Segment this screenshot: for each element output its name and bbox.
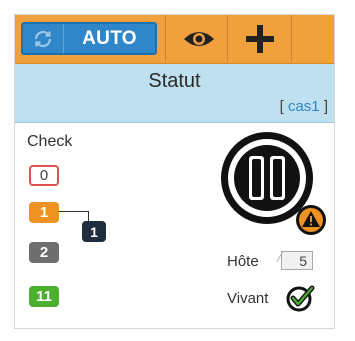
ok-count-badge[interactable]: 11: [29, 286, 59, 307]
acknowledged-count-badge[interactable]: 1: [82, 221, 106, 242]
check-icon: [286, 285, 315, 312]
add-button[interactable]: [238, 20, 282, 58]
toolbar-divider: [291, 15, 292, 62]
instance-name[interactable]: cas1: [288, 98, 320, 115]
alive-label: Vivant: [227, 290, 269, 307]
check-label: Check: [27, 133, 73, 150]
status-widget: AUTO Statut [ cas1 ] Check 0 1 1 2 11 Hô…: [14, 14, 335, 329]
eye-icon: [184, 32, 214, 46]
toolbar: AUTO: [15, 15, 334, 64]
instance-link[interactable]: [ cas1 ]: [280, 98, 328, 115]
warning-count-badge[interactable]: 1: [29, 202, 59, 223]
sync-icon[interactable]: [23, 24, 64, 53]
pending-count-badge[interactable]: 0: [29, 165, 59, 186]
status-title: Statut: [148, 70, 201, 92]
auto-refresh-button[interactable]: AUTO: [21, 22, 157, 55]
host-label: Hôte: [227, 253, 259, 270]
host-count-box[interactable]: 5: [281, 251, 313, 270]
warning-icon: [296, 205, 326, 235]
pause-status-icon[interactable]: [213, 120, 333, 240]
plus-icon: [246, 25, 274, 53]
critical-count-badge[interactable]: 2: [29, 242, 59, 263]
view-button[interactable]: [178, 22, 220, 56]
toolbar-divider: [227, 15, 228, 62]
auto-label: AUTO: [82, 27, 137, 49]
toolbar-divider: [165, 15, 166, 62]
status-header: Statut [ cas1 ]: [15, 64, 334, 123]
